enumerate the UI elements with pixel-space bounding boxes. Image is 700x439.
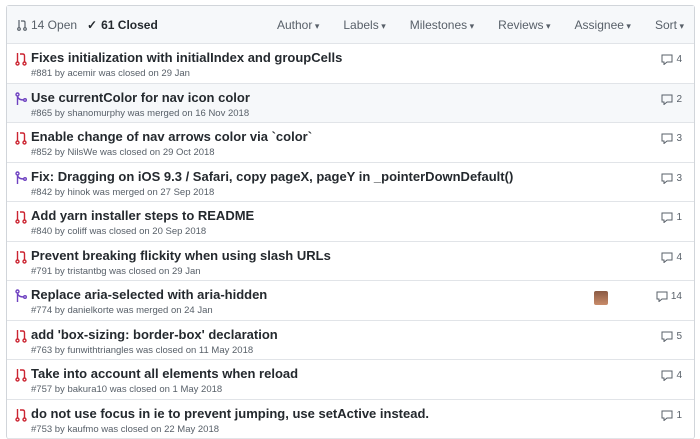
- comment-count: 5: [676, 331, 682, 342]
- comments-link[interactable]: 1: [661, 410, 682, 421]
- comment-icon: [661, 94, 673, 105]
- pull-request-title[interactable]: Fixes initialization with initialIndex a…: [31, 50, 694, 65]
- closed-pull-request-icon: [15, 131, 27, 145]
- pull-request-meta: #840 by coliff was closed on 20 Sep 2018: [31, 226, 694, 237]
- comments-link[interactable]: 4: [661, 370, 682, 381]
- pull-request-icon: [17, 19, 27, 31]
- closed-count: 61 Closed: [101, 18, 158, 32]
- pull-request-title[interactable]: Add yarn installer steps to README: [31, 208, 694, 223]
- milestones-dropdown[interactable]: Milestones: [410, 18, 474, 32]
- comment-count: 2: [676, 94, 682, 105]
- closed-pull-request-icon: [15, 329, 27, 343]
- comment-count: 4: [676, 370, 682, 381]
- pull-request-row[interactable]: Add yarn installer steps to README #840 b…: [7, 202, 694, 242]
- pull-request-row[interactable]: Take into account all elements when relo…: [7, 360, 694, 400]
- comment-count: 14: [671, 291, 682, 302]
- comment-count: 4: [676, 54, 682, 65]
- reviews-dropdown[interactable]: Reviews: [498, 18, 550, 32]
- comment-icon: [661, 370, 673, 381]
- author-dropdown[interactable]: Author: [277, 18, 319, 32]
- pull-request-meta: #791 by tristantbg was closed on 29 Jan: [31, 266, 694, 277]
- comment-count: 4: [676, 252, 682, 263]
- closed-pull-request-icon: [15, 408, 27, 422]
- comment-icon: [656, 291, 668, 302]
- comment-icon: [661, 173, 673, 184]
- comment-icon: [661, 133, 673, 144]
- list-header: 14 Open ✓ 61 Closed Author Labels Milest…: [7, 6, 694, 44]
- comment-count: 3: [676, 173, 682, 184]
- comments-link[interactable]: 3: [661, 173, 682, 184]
- open-count: 14 Open: [31, 18, 77, 32]
- comments-link[interactable]: 1: [661, 212, 682, 223]
- pull-request-title[interactable]: add 'box-sizing: border-box' declaration: [31, 327, 694, 342]
- comments-link[interactable]: 4: [661, 252, 682, 263]
- avatar[interactable]: [594, 291, 608, 305]
- comment-icon: [661, 331, 673, 342]
- pull-request-meta: #753 by kaufmo was closed on 22 May 2018: [31, 424, 694, 435]
- pull-request-row[interactable]: Fixes initialization with initialIndex a…: [7, 44, 694, 84]
- pull-request-list: 14 Open ✓ 61 Closed Author Labels Milest…: [6, 5, 695, 439]
- pull-request-title[interactable]: Prevent breaking flickity when using sla…: [31, 248, 694, 263]
- comment-count: 1: [676, 212, 682, 223]
- pull-request-row[interactable]: Use currentColor for nav icon color #865 …: [7, 84, 694, 124]
- pull-request-meta: #774 by danielkorte was merged on 24 Jan: [31, 305, 694, 316]
- merged-icon: [15, 171, 27, 185]
- open-filter[interactable]: 14 Open: [17, 18, 77, 32]
- comment-count: 3: [676, 133, 682, 144]
- pull-request-meta: #763 by funwithtriangles was closed on 1…: [31, 345, 694, 356]
- pull-request-meta: #852 by NilsWe was closed on 29 Oct 2018: [31, 147, 694, 158]
- comment-icon: [661, 212, 673, 223]
- labels-dropdown[interactable]: Labels: [343, 18, 385, 32]
- comments-link[interactable]: 14: [656, 291, 682, 302]
- sort-dropdown[interactable]: Sort: [655, 18, 684, 32]
- closed-pull-request-icon: [15, 250, 27, 264]
- pull-request-row[interactable]: Enable change of nav arrows color via `c…: [7, 123, 694, 163]
- pull-request-title[interactable]: Fix: Dragging on iOS 9.3 / Safari, copy …: [31, 169, 694, 184]
- pull-request-row[interactable]: do not use focus in ie to prevent jumpin…: [7, 400, 694, 439]
- comments-link[interactable]: 3: [661, 133, 682, 144]
- pull-request-row[interactable]: Replace aria-selected with aria-hidden#7…: [7, 281, 694, 321]
- merged-icon: [15, 92, 27, 106]
- pull-request-meta: #881 by acemir was closed on 29 Jan: [31, 68, 694, 79]
- comments-link[interactable]: 5: [661, 331, 682, 342]
- check-icon: ✓: [87, 18, 97, 32]
- assignee-dropdown[interactable]: Assignee: [575, 18, 631, 32]
- pull-request-row[interactable]: Fix: Dragging on iOS 9.3 / Safari, copy …: [7, 163, 694, 203]
- comment-icon: [661, 252, 673, 263]
- pull-request-meta: #757 by bakura10 was closed on 1 May 201…: [31, 384, 694, 395]
- pull-request-row[interactable]: Prevent breaking flickity when using sla…: [7, 242, 694, 282]
- pull-request-title[interactable]: Take into account all elements when relo…: [31, 366, 694, 381]
- comment-count: 1: [676, 410, 682, 421]
- comment-icon: [661, 54, 673, 65]
- closed-filter[interactable]: ✓ 61 Closed: [87, 18, 158, 32]
- pull-request-title[interactable]: Use currentColor for nav icon color: [31, 90, 694, 105]
- closed-pull-request-icon: [15, 210, 27, 224]
- pull-request-meta: #842 by hinok was merged on 27 Sep 2018: [31, 187, 694, 198]
- pull-request-title[interactable]: do not use focus in ie to prevent jumpin…: [31, 406, 694, 421]
- comments-link[interactable]: 4: [661, 54, 682, 65]
- closed-pull-request-icon: [15, 52, 27, 66]
- pull-request-meta: #865 by shanomurphy was merged on 16 Nov…: [31, 108, 694, 119]
- closed-pull-request-icon: [15, 368, 27, 382]
- merged-icon: [15, 289, 27, 303]
- pull-request-title[interactable]: Enable change of nav arrows color via `c…: [31, 129, 694, 144]
- pull-request-row[interactable]: add 'box-sizing: border-box' declaration…: [7, 321, 694, 361]
- comments-link[interactable]: 2: [661, 94, 682, 105]
- comment-icon: [661, 410, 673, 421]
